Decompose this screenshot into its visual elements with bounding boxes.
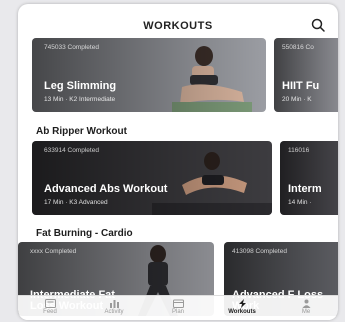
completed-count: 745033 Completed xyxy=(44,44,99,51)
tab-label: Workouts xyxy=(228,309,256,315)
tab-label: Feed xyxy=(43,309,57,315)
tab-label: Me xyxy=(301,309,311,315)
workout-card-hiit[interactable]: 550816 Co HIIT Fu 20 Min · K xyxy=(274,38,338,112)
tab-activity[interactable]: Activity xyxy=(82,296,146,320)
search-icon[interactable] xyxy=(310,17,326,33)
plan-icon xyxy=(172,299,184,308)
workout-duration-level: 13 Min · K2 Intermediate xyxy=(44,96,116,103)
workout-row-ab-ripper: 633914 Completed Advanced Abs Workout 17… xyxy=(18,141,338,215)
tab-plan[interactable]: Plan xyxy=(146,296,210,320)
workout-card-intermediate[interactable]: 116016 Interm 14 Min · xyxy=(280,141,338,215)
completed-count: 550816 Co xyxy=(282,44,314,51)
top-bar: WORKOUTS xyxy=(18,4,338,38)
tab-feed[interactable]: Feed xyxy=(18,296,82,320)
workout-name: HIIT Fu xyxy=(282,80,320,92)
workout-name: Advanced Abs Workout xyxy=(44,183,168,195)
workout-duration-level: 20 Min · K xyxy=(282,96,312,103)
workout-name: Leg Slimming xyxy=(44,80,117,92)
app-screen: WORKOUTS 745033 Completed Leg Slimming 1… xyxy=(18,4,338,320)
completed-count: xxxx Completed xyxy=(30,248,77,255)
section-title-ab-ripper: Ab Ripper Workout xyxy=(36,126,127,137)
workout-name: Interm xyxy=(288,183,322,195)
me-icon xyxy=(302,299,310,308)
workout-card-advanced-abs[interactable]: 633914 Completed Advanced Abs Workout 17… xyxy=(32,141,272,215)
completed-count: 413098 Completed xyxy=(232,248,287,255)
page-title: WORKOUTS xyxy=(143,20,213,32)
tab-workouts[interactable]: Workouts xyxy=(210,296,274,320)
section-title-fat-burning: Fat Burning - Cardio xyxy=(36,228,133,239)
tab-me[interactable]: Me xyxy=(274,296,338,320)
feed-icon xyxy=(44,299,56,308)
workout-card-leg-slimming[interactable]: 745033 Completed Leg Slimming 13 Min · K… xyxy=(32,38,266,112)
workout-row-featured: 745033 Completed Leg Slimming 13 Min · K… xyxy=(18,38,338,112)
completed-count: 633914 Completed xyxy=(44,147,99,154)
completed-count: 116016 xyxy=(288,147,310,154)
workout-duration-level: 14 Min · xyxy=(288,199,312,206)
activity-icon xyxy=(109,300,119,308)
bottom-tab-bar: Feed Activity Plan Workouts Me xyxy=(18,295,338,320)
workout-duration-level: 17 Min · K3 Advanced xyxy=(44,199,108,206)
tab-label: Plan xyxy=(171,309,184,315)
tab-label: Activity xyxy=(104,309,124,315)
workouts-icon xyxy=(238,299,246,308)
